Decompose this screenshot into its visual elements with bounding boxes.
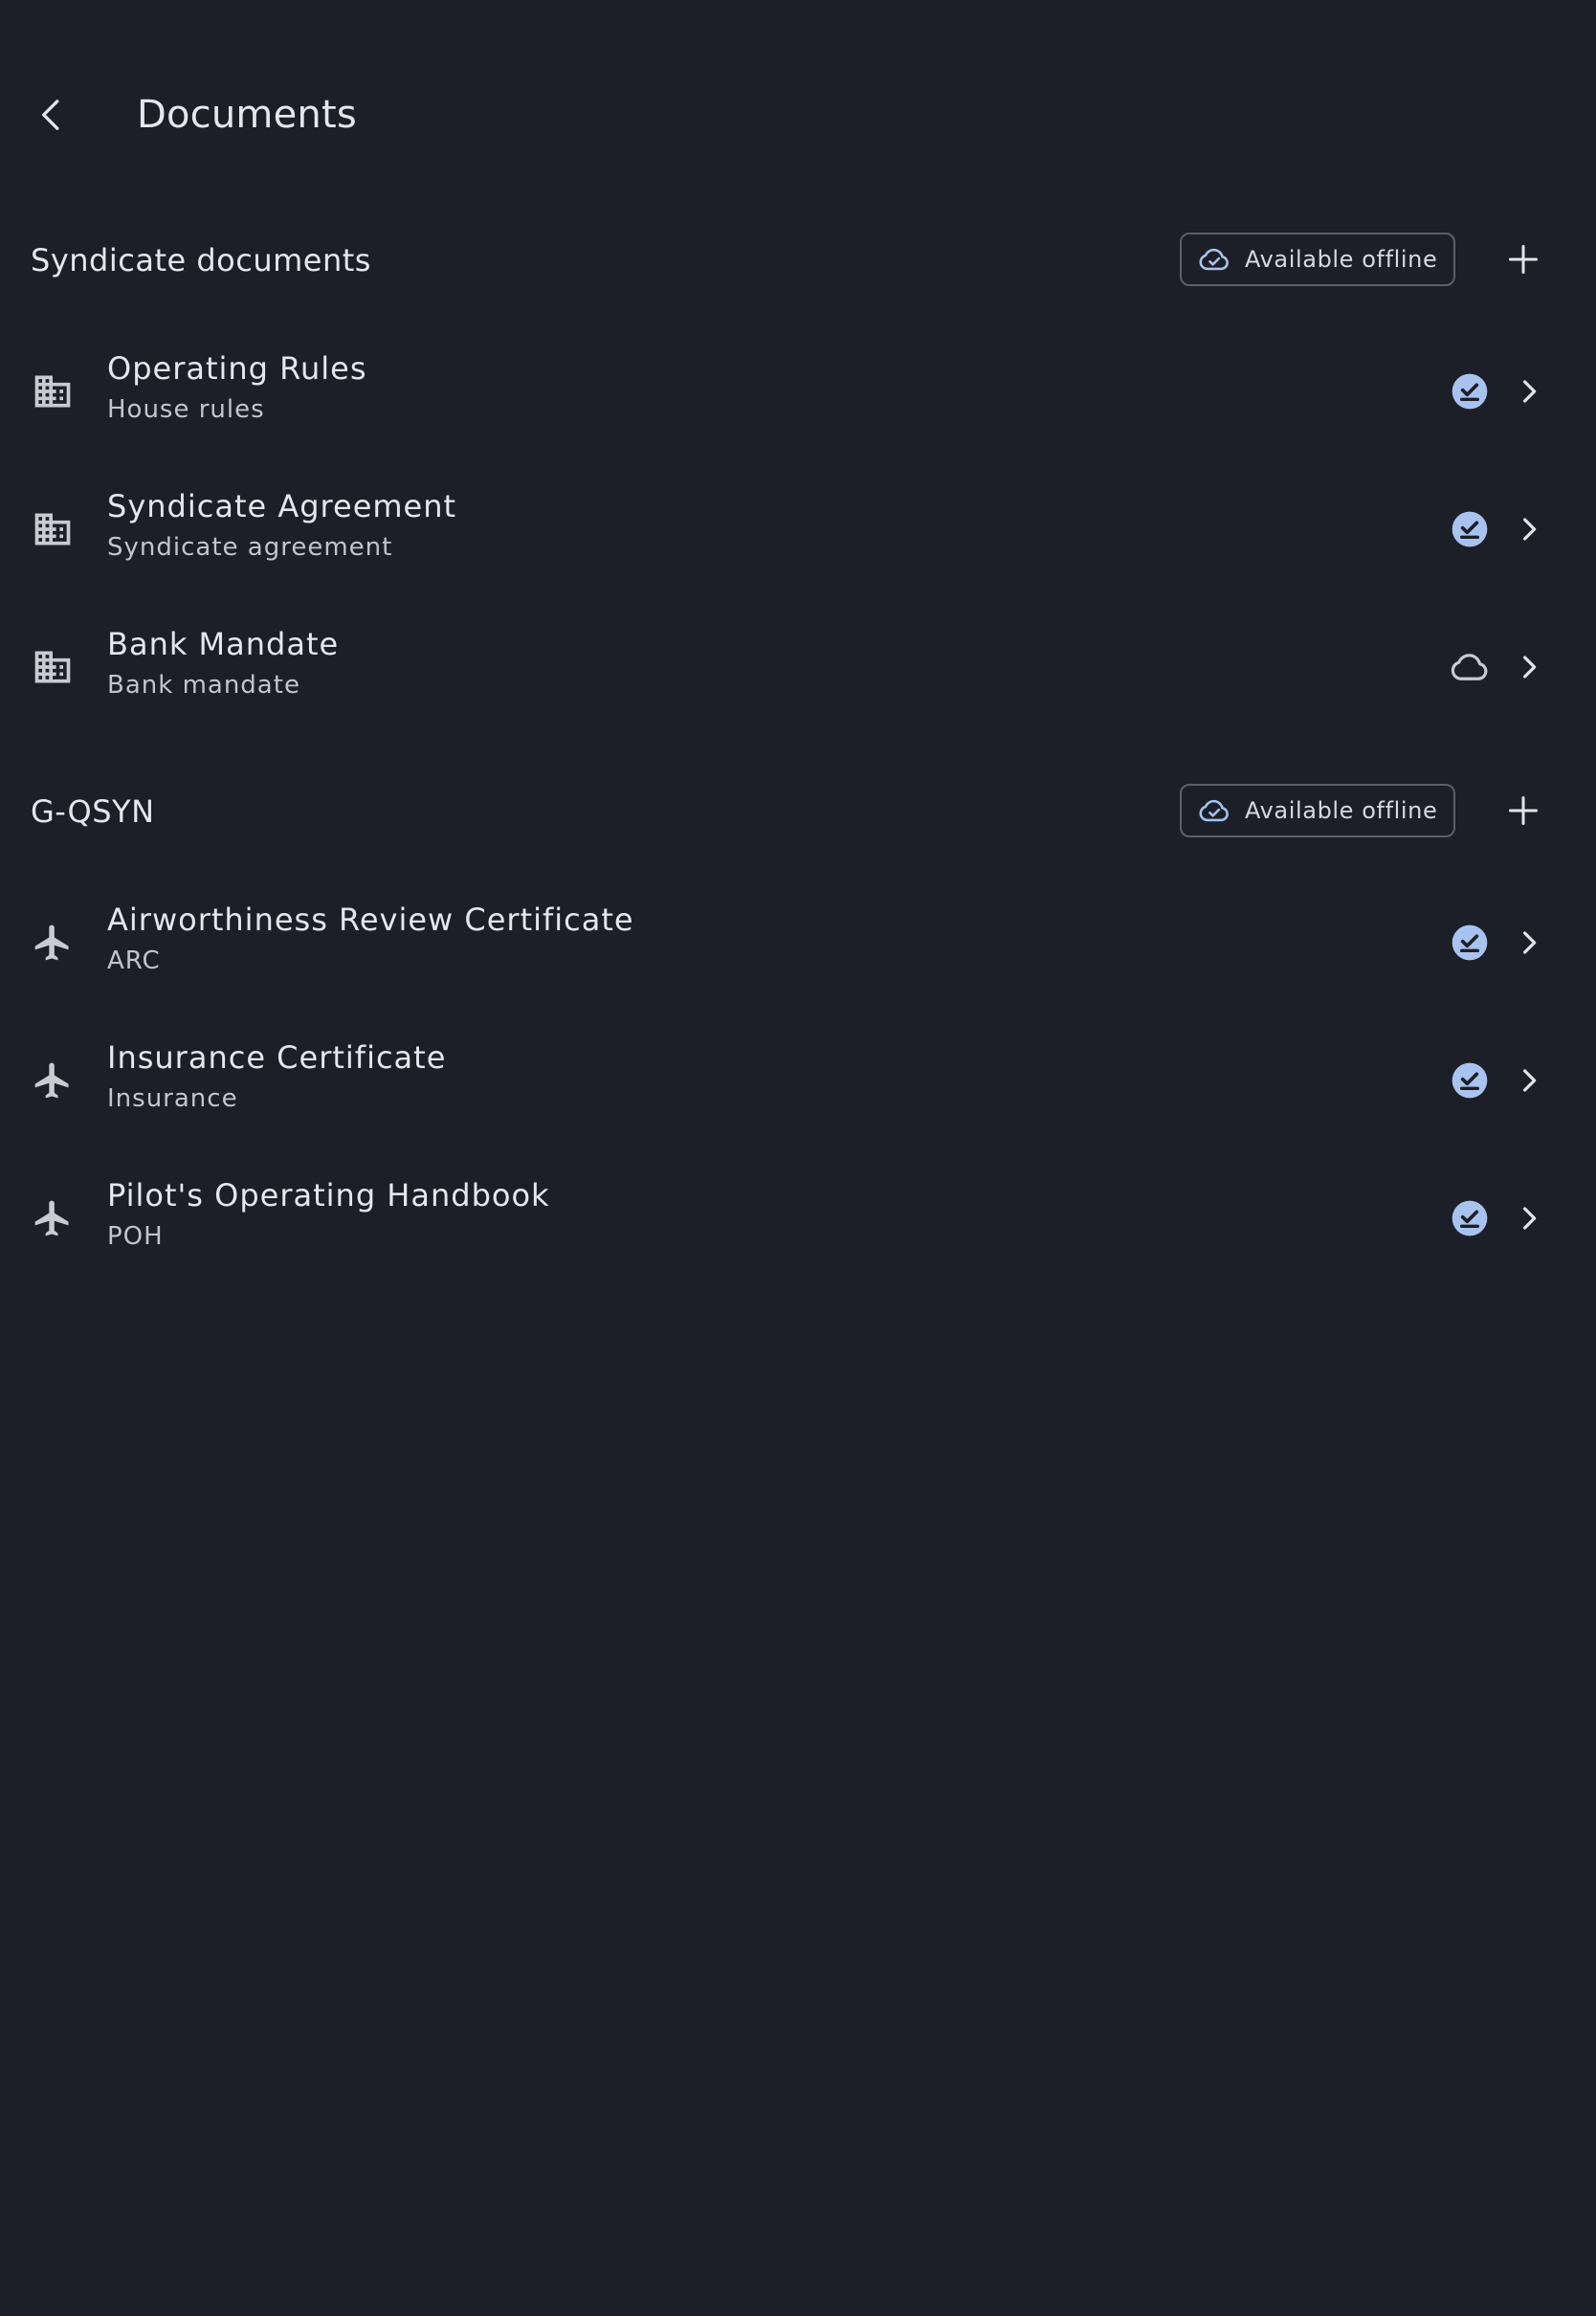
add-document-button[interactable] [1493,780,1554,841]
document-subtitle: ARC [107,946,161,975]
building-icon [31,507,75,551]
cloud-icon[interactable] [1450,647,1490,687]
document-title: Airworthiness Review Certificate [107,902,634,938]
available-offline-chip[interactable]: Available offline [1180,233,1455,286]
section-header-g-qsyn: G-QSYN Available offline [0,764,1596,859]
plus-icon [1509,796,1538,825]
section-title: G-QSYN [31,793,155,830]
cloud-done-icon [1197,793,1231,828]
downloaded-check-icon [1450,923,1490,963]
chevron-right-icon [1512,371,1546,412]
document-title: Syndicate Agreement [107,488,457,524]
add-document-button[interactable] [1493,229,1554,290]
document-subtitle: Bank mandate [107,671,300,700]
section-header-syndicate-documents: Syndicate documents Available offline [0,212,1596,308]
document-subtitle: POH [107,1222,164,1251]
document-subtitle: Syndicate agreement [107,533,393,562]
document-row-pilots-operating-handbook[interactable]: Pilot's Operating Handbook POH [0,1148,1596,1286]
document-row-insurance-certificate[interactable]: Insurance Certificate Insurance [0,1011,1596,1148]
chevron-right-icon [1512,509,1546,549]
document-title: Operating Rules [107,350,367,387]
building-icon [31,369,75,413]
airplane-icon [31,1058,75,1102]
building-icon [31,645,75,689]
chevron-right-icon [1512,923,1546,963]
downloaded-check-icon [1450,371,1490,412]
cloud-done-icon [1197,242,1231,277]
document-title: Pilot's Operating Handbook [107,1177,550,1214]
document-title: Insurance Certificate [107,1039,447,1076]
available-offline-chip[interactable]: Available offline [1180,784,1455,837]
document-row-operating-rules[interactable]: Operating Rules House rules [0,322,1596,459]
document-subtitle: House rules [107,395,265,424]
downloaded-check-icon [1450,1060,1490,1101]
back-button[interactable] [21,84,82,145]
chevron-left-icon [42,100,59,130]
available-offline-label: Available offline [1245,797,1438,824]
document-row-bank-mandate[interactable]: Bank Mandate Bank mandate [0,597,1596,735]
section-title: Syndicate documents [31,242,371,278]
downloaded-check-icon [1450,1198,1490,1238]
document-row-syndicate-agreement[interactable]: Syndicate Agreement Syndicate agreement [0,459,1596,597]
document-subtitle: Insurance [107,1084,238,1113]
downloaded-check-icon [1450,509,1490,549]
chevron-right-icon [1512,1060,1546,1101]
chevron-right-icon [1512,647,1546,687]
page-title: Documents [137,93,357,137]
airplane-icon [31,921,75,965]
document-row-airworthiness-review-certificate[interactable]: Airworthiness Review Certificate ARC [0,873,1596,1011]
available-offline-label: Available offline [1245,246,1438,273]
document-title: Bank Mandate [107,626,340,662]
chevron-right-icon [1512,1198,1546,1238]
plus-icon [1509,245,1538,274]
airplane-icon [31,1196,75,1240]
top-app-bar: Documents [0,57,1596,172]
